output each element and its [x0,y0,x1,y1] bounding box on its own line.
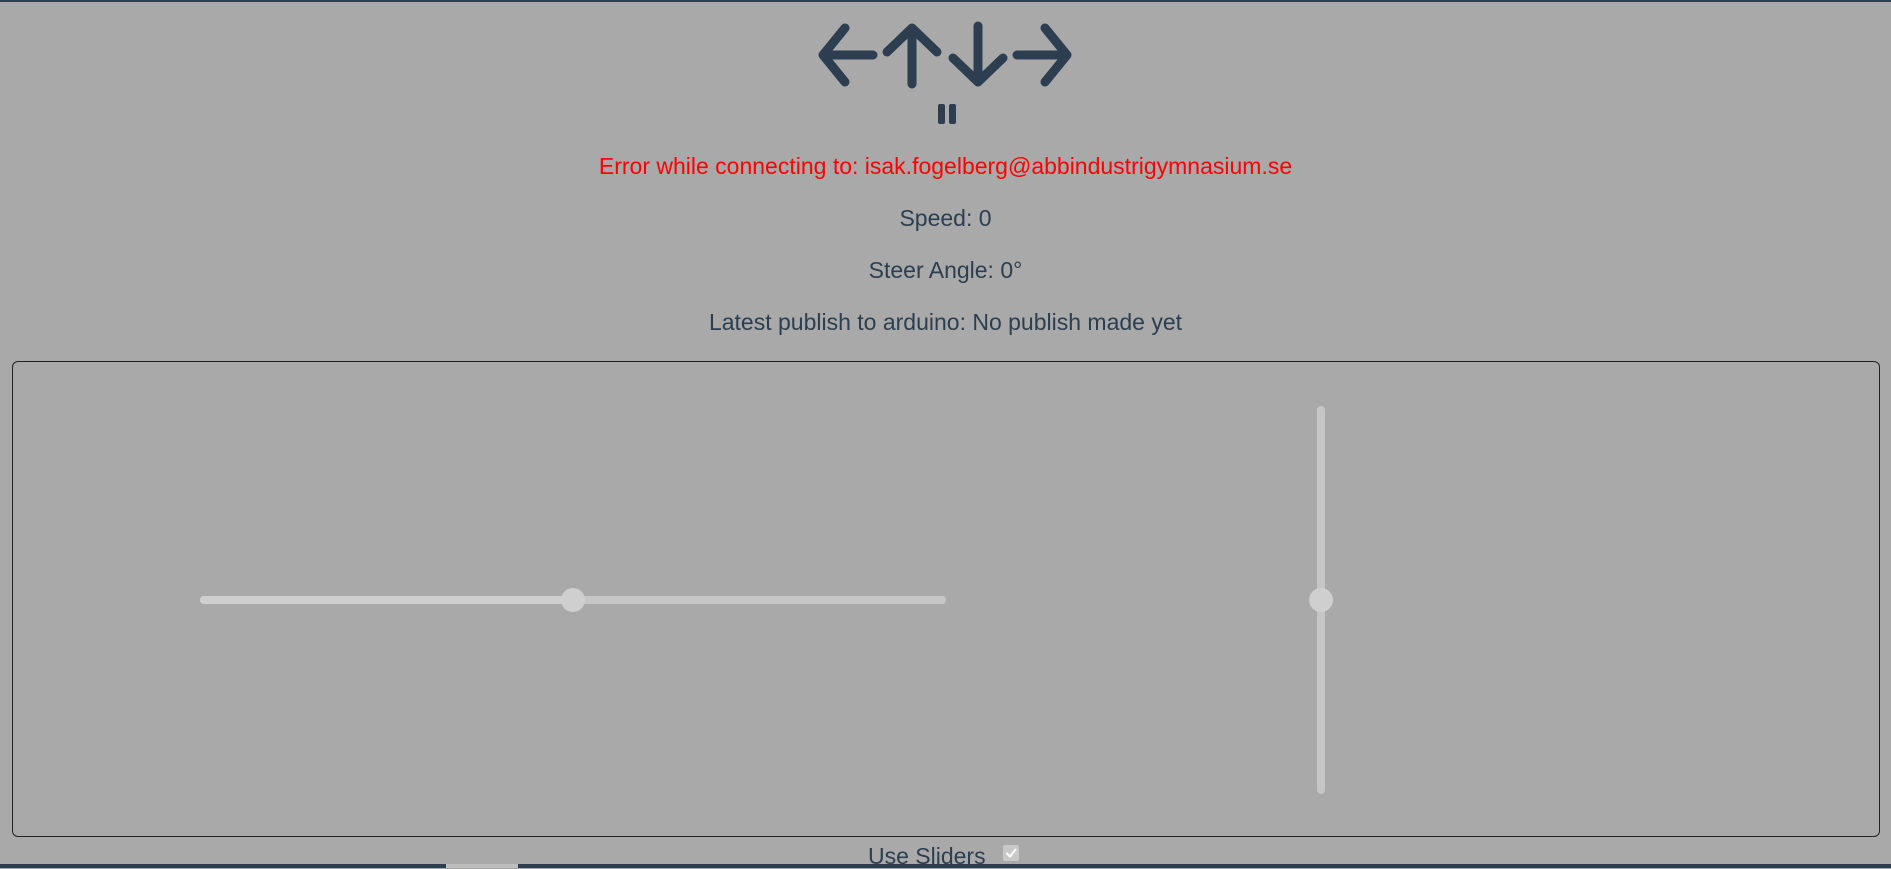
arrow-up-icon [882,23,942,89]
steer-slider[interactable] [200,588,946,612]
pause-button[interactable] [935,103,959,125]
right-arrow-button[interactable] [1011,20,1077,90]
speed-readout: Speed: 0 [899,205,992,231]
pause-icon [938,104,956,124]
connection-error-message: Error while connecting to: isak.fogelber… [598,153,1293,179]
down-arrow-button[interactable] [945,20,1011,90]
bottom-scrollbar[interactable] [0,864,1891,868]
latest-publish-status: Latest publish to arduino: No publish ma… [708,309,1183,335]
top-border [0,0,1891,2]
arrow-right-icon [1012,23,1072,87]
direction-controls [813,20,1083,90]
steer-slider-thumb[interactable] [561,588,585,612]
use-sliders-checkbox[interactable] [1003,845,1019,861]
arrow-left-icon [818,23,878,87]
steer-slider-fill [200,596,573,604]
speed-slider[interactable] [1309,406,1333,794]
left-arrow-button[interactable] [813,20,879,90]
steer-angle-readout: Steer Angle: 0° [868,257,1023,283]
scrollbar-thumb[interactable] [446,864,518,868]
speed-slider-thumb[interactable] [1309,588,1333,612]
up-arrow-button[interactable] [879,20,945,90]
arrow-down-icon [948,21,1008,87]
checkmark-icon [1006,848,1017,858]
